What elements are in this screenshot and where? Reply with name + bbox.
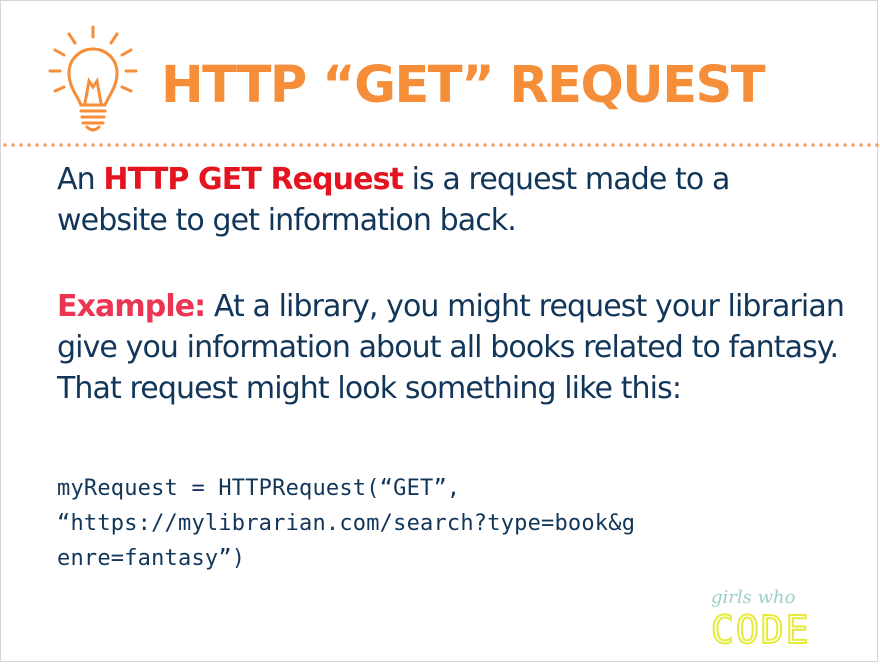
code-line: enre=fantasy”) — [57, 546, 246, 571]
code-line: “https://mylibrarian.com/search?type=boo… — [57, 511, 636, 536]
dotted-divider — [1, 142, 879, 148]
slide-title: HTTP “GET” REQUEST — [161, 56, 766, 115]
example-paragraph: Example: At a library, you might request… — [57, 286, 847, 409]
logo-bottom-text: CODE — [711, 608, 811, 651]
slide: HTTP “GET” REQUEST An HTTP GET Request i… — [0, 0, 879, 662]
girls-who-code-logo: girls who CODE — [710, 587, 811, 651]
lightbulb-icon — [48, 25, 138, 132]
intro-prefix: An — [57, 162, 104, 197]
intro-highlight: HTTP GET Request — [103, 162, 404, 197]
intro-paragraph: An HTTP GET Request is a request made to… — [57, 159, 837, 241]
logo-top-text: girls who — [711, 587, 796, 608]
example-label: Example: — [57, 289, 206, 324]
code-line: myRequest = HTTPRequest(“GET”, — [57, 476, 461, 501]
code-block: myRequest = HTTPRequest(“GET”, “https://m… — [57, 471, 635, 576]
